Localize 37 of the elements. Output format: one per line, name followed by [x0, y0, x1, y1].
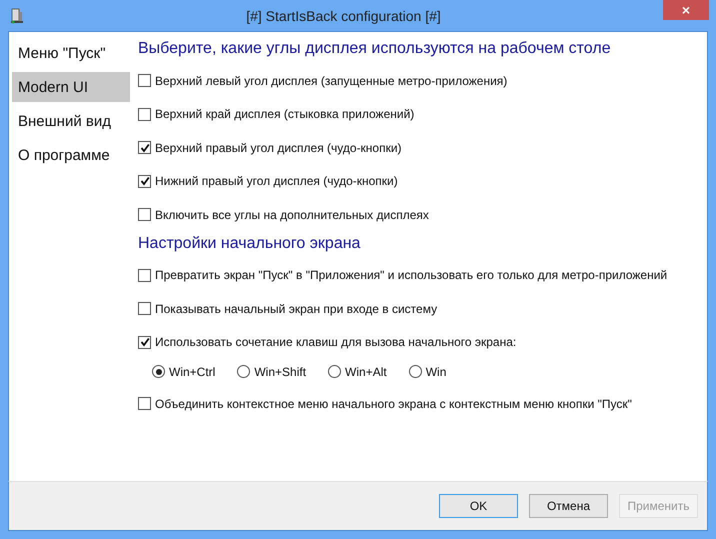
checkbox-label: Использовать сочетание клавиш для вызова начального экрана: — [155, 335, 516, 350]
checkbox[interactable] — [138, 397, 151, 410]
radio-label: Win+Shift — [254, 364, 306, 378]
radio-button[interactable] — [152, 365, 165, 378]
checkbox[interactable] — [138, 268, 151, 282]
close-button[interactable]: × — [663, 0, 709, 20]
checkbox-label: Включить все углы на дополнительных дисплеях — [155, 208, 429, 222]
checkbox-label: Верхний левый угол дисплея (запущенные метро-приложения) — [155, 74, 508, 88]
dialog-button[interactable]: Отмена — [529, 494, 608, 518]
radio-button[interactable] — [328, 365, 342, 378]
checkbox[interactable] — [138, 208, 151, 222]
checkbox[interactable] — [138, 336, 151, 349]
checkbox[interactable] — [138, 108, 151, 121]
window-title: [#] StartIsBack configuration [#] — [245, 8, 442, 24]
radio-label: Win — [426, 364, 446, 378]
dialog-button[interactable]: OK — [439, 494, 518, 518]
sidebar-item[interactable]: Modern UI — [12, 72, 130, 102]
radio-button[interactable] — [237, 365, 250, 378]
checkbox[interactable] — [138, 174, 151, 188]
section-heading: Настройки начального экрана — [138, 234, 362, 254]
checkbox[interactable] — [138, 74, 151, 88]
app-icon — [10, 8, 24, 24]
radio-button[interactable] — [408, 365, 422, 378]
section-heading: Выберите, какие углы дисплея используются на рабочем столе — [138, 39, 612, 59]
checkbox-label: Превратить экран "Пуск" в "Приложения" и использовать его только для метро-приложений — [155, 268, 668, 282]
radio-label: Win+Alt — [345, 364, 387, 378]
radio-label: Win+Ctrl — [169, 364, 216, 378]
sidebar-item[interactable]: Внешний вид — [12, 106, 130, 136]
checkbox-label: Нижний правый угол дисплея (чудо-кнопки) — [155, 174, 398, 188]
checkbox[interactable] — [138, 302, 151, 316]
sidebar-item[interactable]: О программе — [12, 140, 130, 170]
checkbox-label: Объединить контекстное меню начального экрана с контекстным меню кнопки "Пуск" — [155, 396, 632, 411]
checkbox-label: Верхний правый угол дисплея (чудо-кнопки) — [155, 140, 402, 155]
checkbox-label: Показывать начальный экран при входе в систему — [155, 302, 438, 316]
checkbox[interactable] — [138, 141, 151, 154]
sidebar-item[interactable]: Меню "Пуск" — [12, 38, 130, 68]
checkbox-label: Верхний край дисплея (стыковка приложений) — [155, 107, 414, 122]
